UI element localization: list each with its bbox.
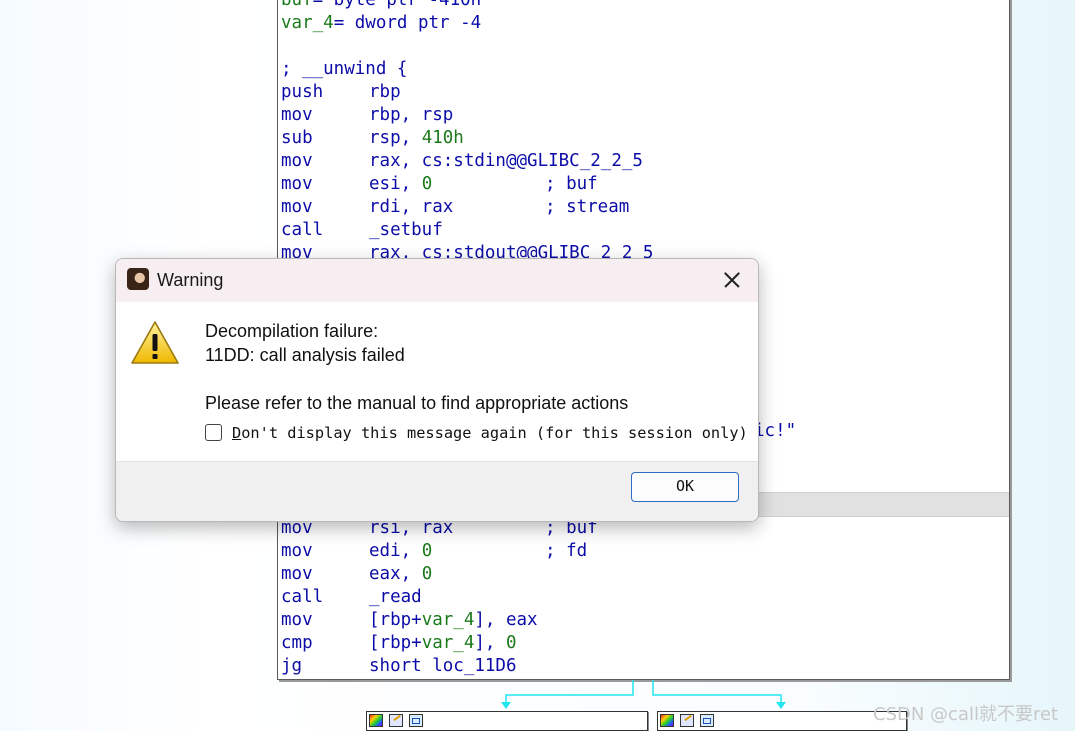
- dont-display-label[interactable]: Don't display this message again (for th…: [232, 424, 748, 442]
- child-node-left[interactable]: [366, 711, 648, 731]
- node-edit-icon[interactable]: [389, 714, 403, 727]
- message-line-2: 11DD: call analysis failed: [205, 345, 405, 365]
- edge-right: [652, 680, 782, 706]
- dont-display-checkbox[interactable]: [205, 424, 222, 441]
- dialog-footer: OK: [116, 461, 758, 521]
- warning-triangle-icon: [131, 321, 179, 364]
- close-icon[interactable]: [714, 265, 750, 295]
- edge-left-arrow: [501, 702, 511, 709]
- node-graph-icon[interactable]: [700, 714, 714, 727]
- label-text: on't display this message again (for thi…: [241, 424, 748, 442]
- label-accelerator: D: [232, 424, 242, 442]
- node-edit-icon[interactable]: [680, 714, 694, 727]
- message-line-3: Please refer to the manual to find appro…: [205, 393, 629, 413]
- watermark: CSDN @call就不要ret: [873, 704, 1059, 725]
- message-line-1: Decompilation failure:: [205, 321, 379, 341]
- node-graph-icon[interactable]: [409, 714, 423, 727]
- ok-button[interactable]: OK: [631, 472, 739, 502]
- warning-dialog: Warning Decompilation failure: 11DD: cal…: [115, 258, 759, 522]
- edge-right-arrow: [776, 702, 786, 709]
- edge-left: [505, 680, 634, 706]
- app-avatar-icon: [127, 268, 149, 290]
- node-color-icon[interactable]: [369, 714, 383, 727]
- dialog-titlebar[interactable]: Warning: [116, 259, 758, 302]
- dialog-title: Warning: [157, 270, 224, 290]
- node-color-icon[interactable]: [660, 714, 674, 727]
- child-node-right[interactable]: [657, 711, 907, 731]
